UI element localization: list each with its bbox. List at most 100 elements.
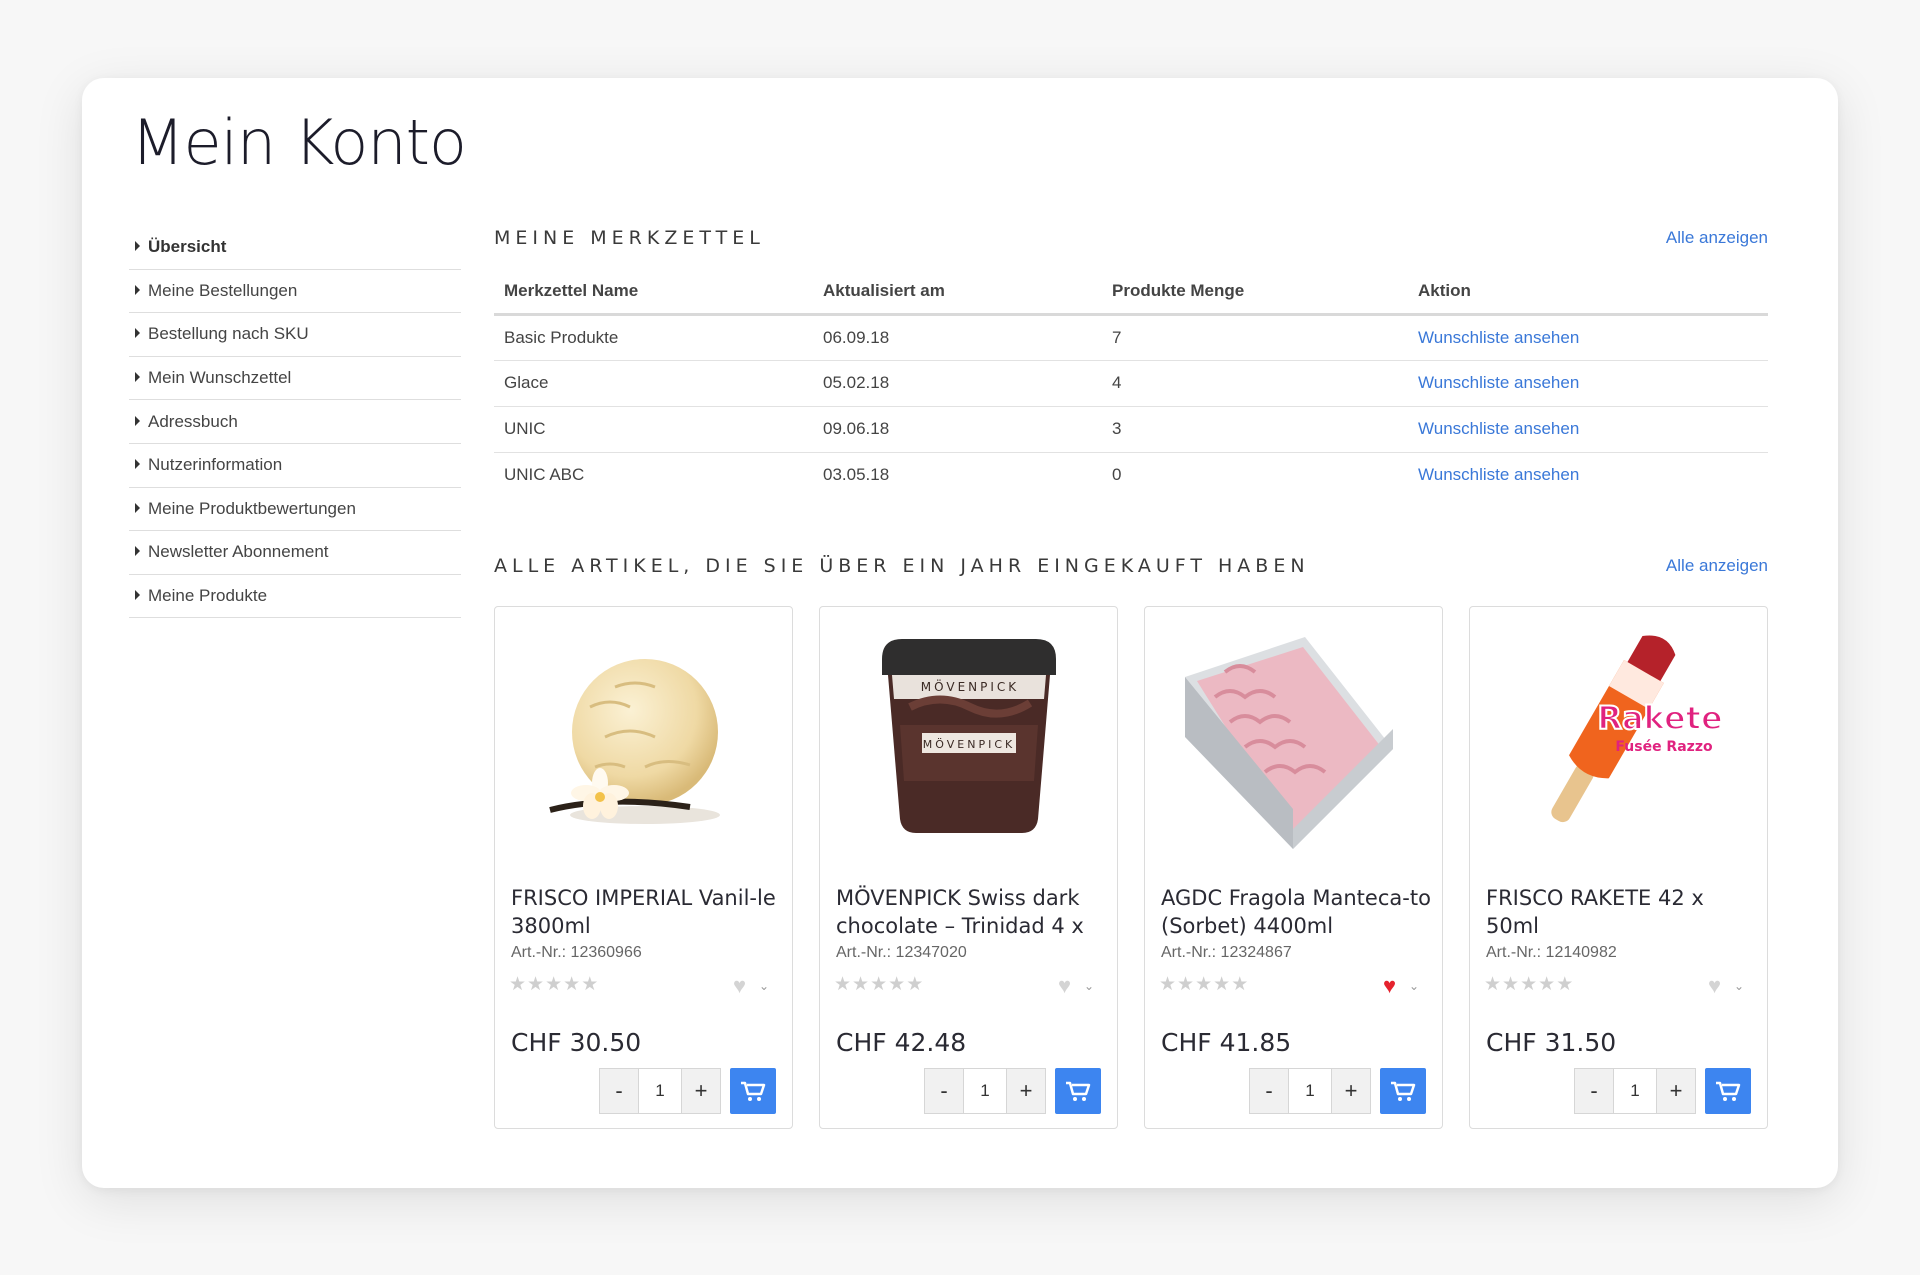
quantity-input[interactable]: 1	[639, 1068, 681, 1114]
decrease-quantity-button[interactable]: -	[1574, 1068, 1614, 1114]
table-row: Basic Produkte 06.09.18 7 Wunschliste an…	[494, 314, 1768, 361]
star-icon: ★	[581, 974, 599, 995]
caret-right-icon	[135, 284, 140, 295]
brand-label: MÖVENPICK	[923, 738, 1015, 751]
caret-right-icon	[135, 546, 140, 557]
brand-sub-label: Fusée Razzo	[1615, 739, 1713, 755]
decrease-quantity-button[interactable]: -	[1249, 1068, 1289, 1114]
caret-right-icon	[135, 241, 140, 252]
sidebar-item-my-products[interactable]: Meine Produkte	[129, 575, 461, 619]
product-sku: Art.-Nr.: 12347020	[836, 944, 967, 961]
wishlists-show-all-link[interactable]: Alle anzeigen	[1666, 228, 1768, 248]
sidebar-item-label: Newsletter Abonnement	[148, 542, 329, 562]
purchased-show-all-link[interactable]: Alle anzeigen	[1666, 556, 1768, 576]
decrease-quantity-button[interactable]: -	[924, 1068, 964, 1114]
product-grid: FRISCO IMPERIAL Vanil-le 3800ml Art.-Nr.…	[494, 606, 1768, 1129]
sidebar-item-label: Meine Bestellungen	[148, 280, 298, 300]
add-to-cart-button[interactable]	[730, 1068, 776, 1114]
table-row: UNIC 09.06.18 3 Wunschliste ansehen	[494, 406, 1768, 453]
sidebar-item-order-by-sku[interactable]: Bestellung nach SKU	[129, 313, 461, 357]
product-card: AGDC Fragola Manteca-to (Sorbet) 4400ml …	[1144, 606, 1443, 1129]
add-to-cart-button[interactable]	[1705, 1068, 1751, 1114]
sidebar-item-label: Bestellung nach SKU	[148, 324, 309, 344]
wishlist-name: UNIC	[494, 406, 813, 453]
wishlist-updated: 09.06.18	[813, 406, 1102, 453]
heart-icon[interactable]: ♥	[1383, 975, 1396, 997]
view-wishlist-link[interactable]: Wunschliste ansehen	[1418, 465, 1579, 484]
purchased-title: ALLE ARTIKEL, DIE SIE ÜBER EIN JAHR EING…	[494, 555, 1310, 577]
increase-quantity-button[interactable]: +	[1331, 1068, 1371, 1114]
product-name[interactable]: MÖVENPICK Swiss dark chocolate – Trinida…	[836, 884, 1106, 940]
rating-stars: ★ ★ ★ ★ ★	[509, 973, 598, 996]
account-sidebar: Übersicht Meine Bestellungen Bestellung …	[129, 226, 461, 619]
quantity-input[interactable]: 1	[1289, 1068, 1331, 1114]
page-title: Mein Konto	[131, 106, 467, 179]
star-icon: ★	[1520, 974, 1538, 995]
view-wishlist-link[interactable]: Wunschliste ansehen	[1418, 328, 1579, 347]
product-image-vanilla[interactable]	[495, 607, 792, 857]
quantity-stepper: - 1 +	[1574, 1068, 1696, 1114]
wishlist-count: 3	[1102, 406, 1408, 453]
product-price: CHF 42.48	[836, 1028, 967, 1057]
product-name[interactable]: FRISCO RAKETE 42 x 50ml	[1486, 884, 1756, 940]
increase-quantity-button[interactable]: +	[1006, 1068, 1046, 1114]
caret-right-icon	[135, 459, 140, 470]
chevron-down-icon[interactable]: ⌄	[759, 979, 769, 993]
view-wishlist-link[interactable]: Wunschliste ansehen	[1418, 419, 1579, 438]
quantity-stepper: - 1 +	[924, 1068, 1046, 1114]
heart-icon[interactable]: ♥	[1058, 975, 1071, 997]
star-icon: ★	[1159, 974, 1177, 995]
wishlist-count: 0	[1112, 465, 1122, 485]
star-icon: ★	[906, 974, 924, 995]
star-icon: ★	[1231, 974, 1249, 995]
product-price: CHF 30.50	[511, 1028, 642, 1057]
decrease-quantity-button[interactable]: -	[599, 1068, 639, 1114]
quantity-input[interactable]: 1	[964, 1068, 1006, 1114]
heart-icon[interactable]: ♥	[1708, 975, 1721, 997]
increase-quantity-button[interactable]: +	[681, 1068, 721, 1114]
sidebar-item-user-info[interactable]: Nutzerinformation	[129, 444, 461, 488]
sidebar-item-label: Meine Produkte	[148, 586, 268, 606]
sidebar-item-orders[interactable]: Meine Bestellungen	[129, 270, 461, 314]
add-to-cart-button[interactable]	[1380, 1068, 1426, 1114]
caret-right-icon	[135, 372, 140, 383]
star-icon: ★	[563, 974, 581, 995]
sidebar-item-label: Mein Wunschzettel	[148, 368, 292, 388]
product-image-fragola[interactable]	[1145, 607, 1442, 857]
chevron-down-icon[interactable]: ⌄	[1084, 979, 1094, 993]
add-to-cart-button[interactable]	[1055, 1068, 1101, 1114]
chevron-down-icon[interactable]: ⌄	[1734, 979, 1744, 993]
sidebar-item-overview[interactable]: Übersicht	[129, 226, 461, 270]
star-icon: ★	[545, 974, 563, 995]
sidebar-item-label: Übersicht	[148, 237, 227, 257]
column-header-count: Produkte Menge	[1102, 270, 1408, 316]
sidebar-item-wishlist[interactable]: Mein Wunschzettel	[129, 357, 461, 401]
account-main: MEINE MERKZETTEL Alle anzeigen Merkzette…	[494, 218, 1768, 1129]
chevron-down-icon[interactable]: ⌄	[1409, 979, 1419, 993]
sidebar-item-address-book[interactable]: Adressbuch	[129, 400, 461, 444]
product-name[interactable]: AGDC Fragola Manteca-to (Sorbet) 4400ml	[1161, 884, 1431, 940]
product-card: Rakete Fusée Razzo FRISCO RAKETE 42 x 50…	[1469, 606, 1768, 1129]
product-card: FRISCO IMPERIAL Vanil-le 3800ml Art.-Nr.…	[494, 606, 793, 1129]
sidebar-item-reviews[interactable]: Meine Produktbewertungen	[129, 488, 461, 532]
table-row: UNIC ABC 03.05.18 0 Wunschliste ansehen	[494, 452, 1768, 498]
wishlist-count: 7	[1102, 314, 1408, 361]
view-wishlist-link[interactable]: Wunschliste ansehen	[1418, 373, 1579, 392]
star-icon: ★	[1502, 974, 1520, 995]
star-icon: ★	[888, 974, 906, 995]
column-header-updated: Aktualisiert am	[813, 270, 1102, 316]
product-image-rakete[interactable]: Rakete Fusée Razzo	[1470, 607, 1767, 857]
quantity-input[interactable]: 1	[1614, 1068, 1656, 1114]
product-name[interactable]: FRISCO IMPERIAL Vanil-le 3800ml	[511, 884, 781, 940]
star-icon: ★	[1213, 974, 1231, 995]
product-sku: Art.-Nr.: 12140982	[1486, 944, 1617, 961]
product-image-movenpick[interactable]: MÖVENPICK MÖVENPICK	[820, 607, 1117, 857]
rating-stars: ★ ★ ★ ★ ★	[1484, 973, 1573, 996]
account-window: Mein Konto Übersicht Meine Bestellungen …	[82, 78, 1838, 1188]
caret-right-icon	[135, 328, 140, 339]
increase-quantity-button[interactable]: +	[1656, 1068, 1696, 1114]
caret-right-icon	[135, 502, 140, 513]
sidebar-item-label: Adressbuch	[148, 411, 238, 431]
sidebar-item-newsletter[interactable]: Newsletter Abonnement	[129, 531, 461, 575]
heart-icon[interactable]: ♥	[733, 975, 746, 997]
